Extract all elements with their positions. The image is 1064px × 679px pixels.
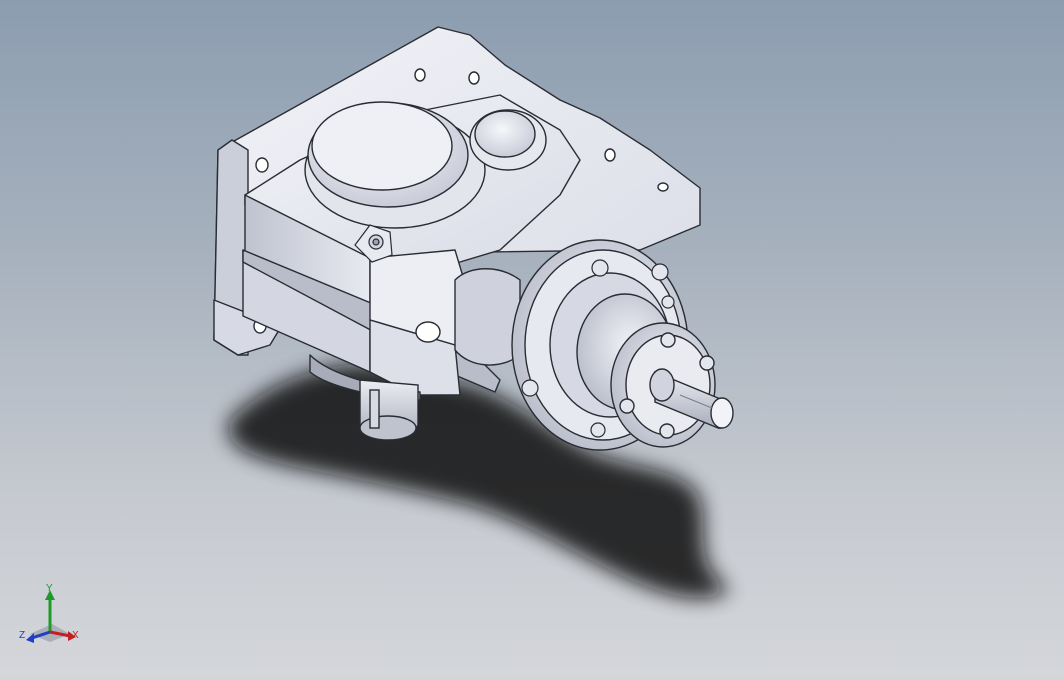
gearbox-model-view[interactable] bbox=[0, 0, 1064, 679]
side-hole bbox=[415, 321, 441, 343]
triad-z-label: Z bbox=[19, 630, 26, 641]
orientation-triad: Y X Z bbox=[18, 584, 88, 654]
triad-y-label: Y bbox=[46, 583, 53, 594]
graphics-viewport[interactable]: Y X Z bbox=[0, 0, 1064, 679]
triad-x-label: X bbox=[72, 630, 79, 641]
output-shaft bbox=[359, 379, 419, 441]
triad-axes-graphic bbox=[26, 590, 76, 643]
